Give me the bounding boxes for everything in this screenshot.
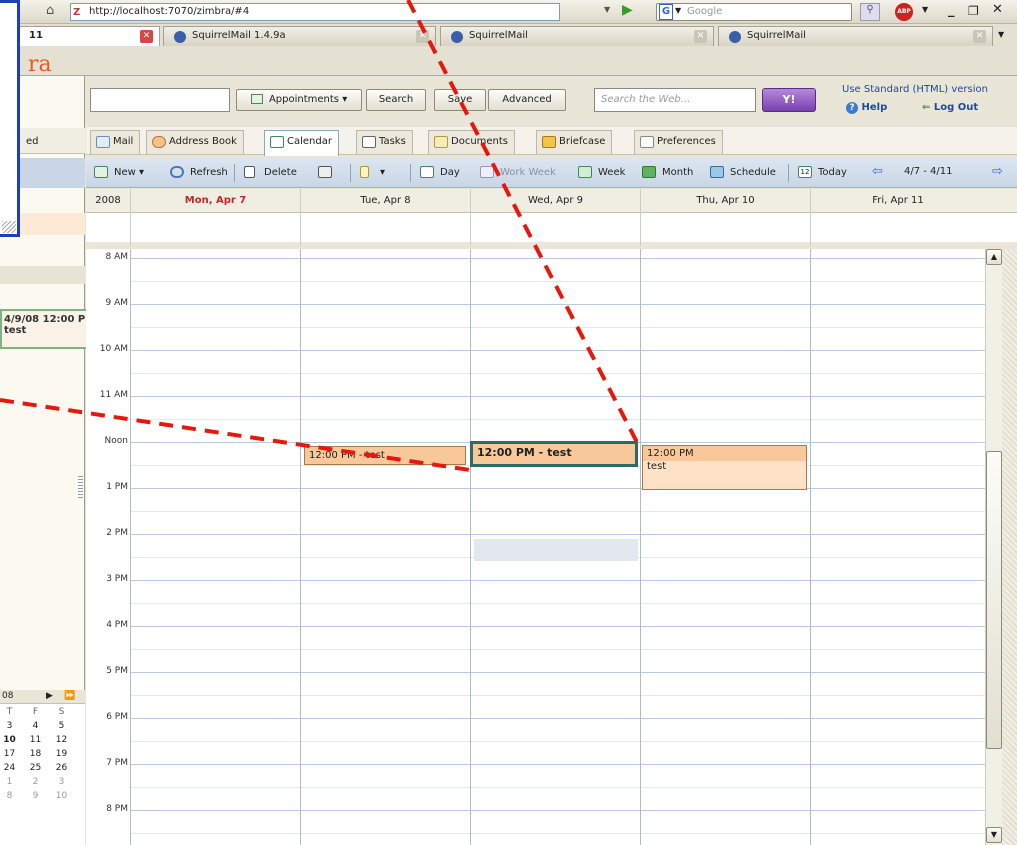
annotation-overlay bbox=[0, 0, 642, 472]
annotation-dashed-line-left bbox=[0, 398, 471, 472]
annotation-dashed-line-top bbox=[406, 0, 642, 449]
screen: ⌂ Z http://localhost:7070/zimbra/#4 ▼ ▶ … bbox=[0, 0, 1017, 845]
